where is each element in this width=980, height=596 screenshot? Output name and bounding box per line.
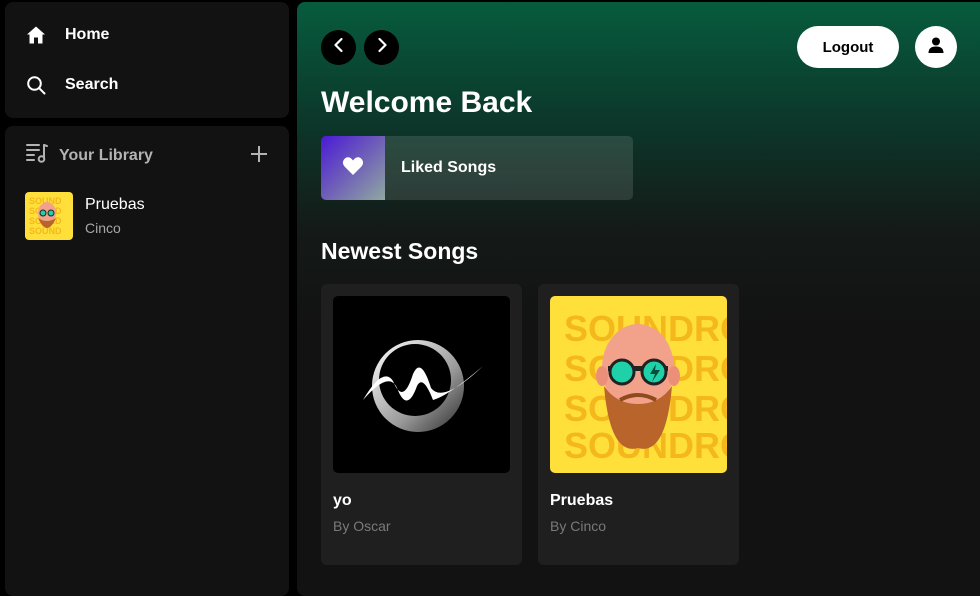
song-artist: By Cinco <box>550 518 607 534</box>
song-cover: SOUNDROLL SOUNDROLL SOUNDROLL SOUNDROLL <box>550 296 727 473</box>
song-cover <box>333 296 510 473</box>
section-title: Newest Songs <box>321 238 479 264</box>
song-artist: By Oscar <box>333 518 391 534</box>
liked-songs-label: Liked Songs <box>401 159 497 176</box>
page-title: Welcome Back <box>321 86 533 119</box>
sidebar: Home Search Your Library SOUNDSOUNDSOU <box>5 2 289 596</box>
chevron-right-icon <box>375 37 389 58</box>
library-item-title: Pruebas <box>85 196 145 213</box>
search-icon <box>25 74 47 96</box>
heart-icon <box>342 156 364 181</box>
chevron-left-icon <box>332 37 346 58</box>
back-button[interactable] <box>321 30 356 65</box>
liked-songs-cover <box>321 136 385 200</box>
nav-search[interactable]: Search <box>25 68 118 102</box>
song-card[interactable]: yo By Oscar <box>321 284 522 565</box>
library-title: Your Library <box>59 146 153 164</box>
nav-home-label: Home <box>65 26 110 43</box>
library-item-cover: SOUNDSOUNDSOUNDSOUND <box>25 192 73 240</box>
home-icon <box>25 24 47 46</box>
logout-button[interactable]: Logout <box>797 26 899 68</box>
library-panel: Your Library SOUNDSOUNDSOUNDSOUND Pru <box>5 126 289 596</box>
song-title: yo <box>333 492 352 509</box>
user-icon <box>927 36 945 59</box>
user-button[interactable] <box>915 26 957 68</box>
library-icon <box>25 142 49 169</box>
song-card[interactable]: SOUNDROLL SOUNDROLL SOUNDROLL SOUNDROLL … <box>538 284 739 565</box>
song-title: Pruebas <box>550 492 614 509</box>
nav-search-label: Search <box>65 76 119 93</box>
nav-panel: Home Search <box>5 2 289 118</box>
main-content: Logout Welcome Back Liked Songs Newest S… <box>297 2 980 596</box>
nav-home[interactable]: Home <box>25 18 109 52</box>
plus-icon[interactable] <box>249 144 269 164</box>
library-item[interactable]: SOUNDSOUNDSOUNDSOUND Pruebas Cinco <box>25 192 145 240</box>
liked-songs-card[interactable]: Liked Songs <box>321 136 633 200</box>
library-header[interactable]: Your Library <box>25 142 153 169</box>
library-item-subtitle: Cinco <box>85 220 121 236</box>
forward-button[interactable] <box>364 30 399 65</box>
